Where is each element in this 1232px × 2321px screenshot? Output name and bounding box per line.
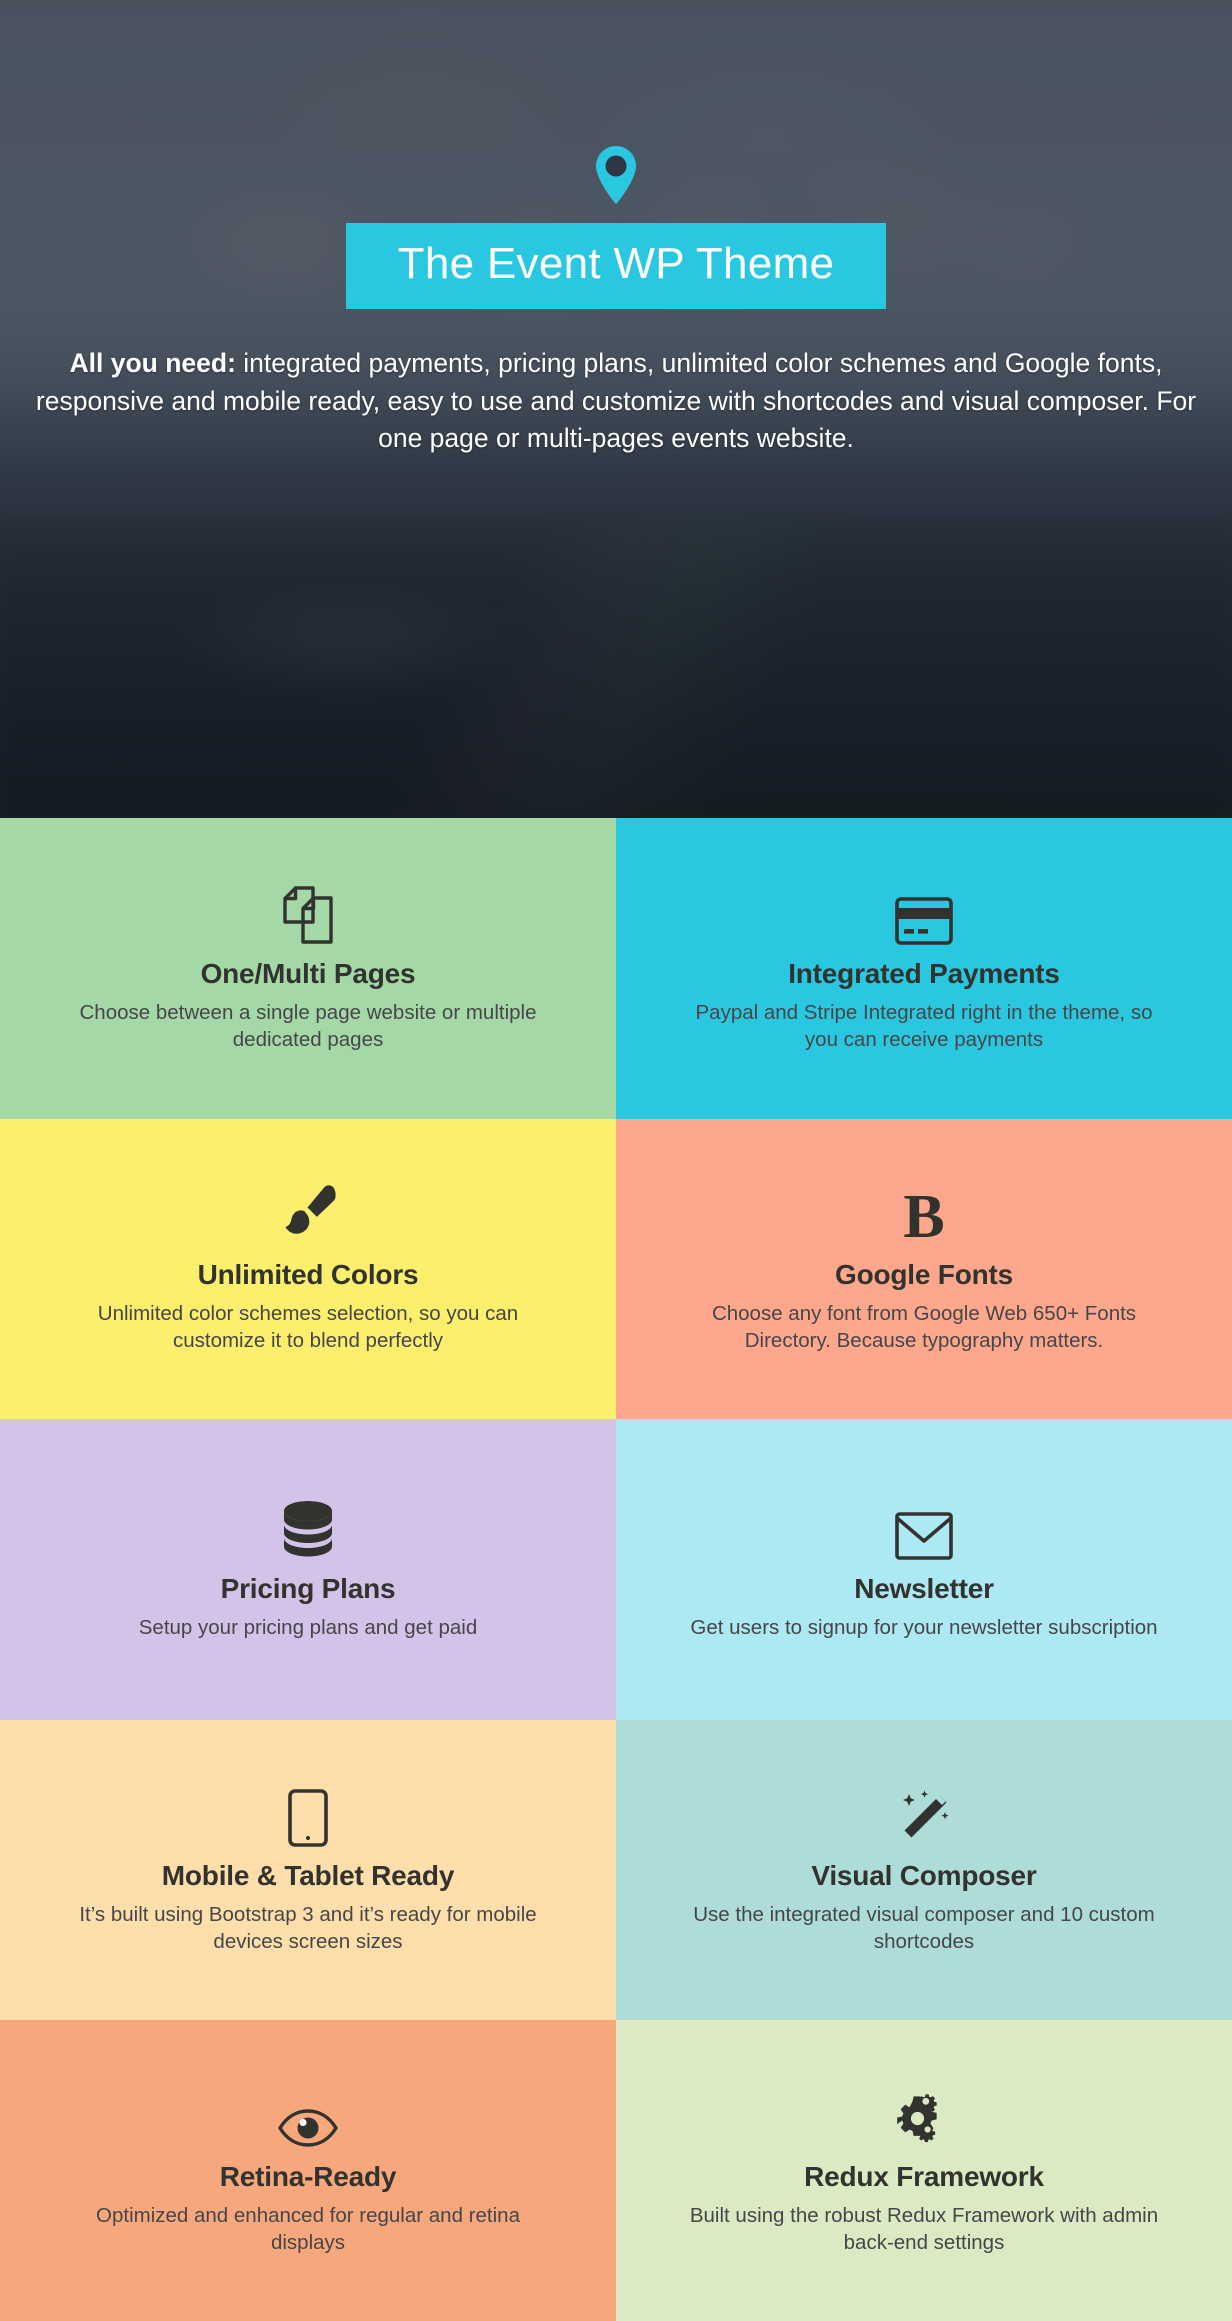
feature-grid: One/Multi Pages Choose between a single p…	[0, 818, 1232, 2321]
feature-tile: Newsletter Get users to signup for your n…	[616, 1419, 1232, 1720]
feature-title: Retina-Ready	[219, 2160, 397, 2192]
feature-description: It’s built using Bootstrap 3 and it’s re…	[79, 1902, 537, 1953]
feature-title: Unlimited Colors	[197, 1258, 419, 1290]
feature-title: Pricing Plans	[220, 1573, 396, 1605]
eye-icon	[278, 2086, 338, 2148]
feature-description: Choose any font from Google Web 650+ Fon…	[711, 1301, 1137, 1352]
feature-description: Choose between a single page website or …	[79, 1001, 537, 1052]
page-title: The Event WP Theme	[397, 239, 835, 288]
feature-title: Google Fonts	[834, 1258, 1014, 1290]
feature-description: Optimized and enhanced for regular and r…	[96, 2203, 520, 2254]
tablet-icon	[288, 1785, 328, 1847]
hero-description-lead: All you need:	[69, 348, 236, 379]
feature-tile: Retina-Ready Optimized and enhanced for r…	[0, 2020, 616, 2321]
feature-tile: Mobile & Tablet Ready It’s built using Bo…	[0, 1719, 616, 2021]
feature-tile: One/Multi Pages Choose between a single p…	[0, 818, 616, 1119]
feature-title: Mobile & Tablet Ready	[161, 1860, 455, 1892]
copy-pages-icon	[282, 883, 334, 945]
magic-wand-icon	[895, 1785, 953, 1847]
feature-tile: Integrated Payments Paypal and Stripe Int…	[616, 818, 1232, 1119]
hero-description: All you need: integrated payments, prici…	[26, 345, 1206, 458]
feature-tile: Visual Composer Use the integrated visual…	[616, 1719, 1232, 2021]
feature-description: Get users to signup for your newsletter …	[690, 1615, 1158, 1639]
hero-section: The Event WP Theme All you need: integra…	[0, 0, 1232, 818]
feature-title: Newsletter	[854, 1573, 994, 1605]
feature-title: Redux Framework	[804, 2160, 1044, 2192]
paintbrush-icon	[279, 1184, 337, 1246]
feature-title: Integrated Payments	[788, 958, 1060, 990]
gears-icon	[895, 2086, 953, 2148]
feature-tile: Redux Framework Built using the robust Re…	[616, 2020, 1232, 2321]
hero-title-band: The Event WP Theme	[345, 223, 887, 310]
letter-b-serif-icon: B	[903, 1182, 945, 1251]
feature-tile: B Google Fonts Choose any font from Google…	[616, 1118, 1232, 1420]
feature-description: Setup your pricing plans and get paid	[138, 1615, 478, 1639]
feature-description: Unlimited color schemes selection, so yo…	[97, 1301, 519, 1352]
feature-description: Use the integrated visual composer and 1…	[693, 1902, 1155, 1953]
feature-title: Visual Composer	[811, 1860, 1037, 1892]
feature-description: Built using the robust Redux Framework w…	[689, 2203, 1159, 2254]
feature-tile: Pricing Plans Setup your pricing plans an…	[0, 1419, 616, 1720]
coin-stack-icon	[282, 1498, 334, 1560]
feature-description: Paypal and Stripe Integrated right in th…	[695, 1001, 1153, 1052]
envelope-icon	[895, 1498, 953, 1560]
feature-title: One/Multi Pages	[200, 958, 416, 990]
feature-tile: Unlimited Colors Unlimited color schemes …	[0, 1118, 616, 1420]
credit-card-icon	[895, 883, 953, 946]
map-pin-icon	[596, 146, 636, 209]
